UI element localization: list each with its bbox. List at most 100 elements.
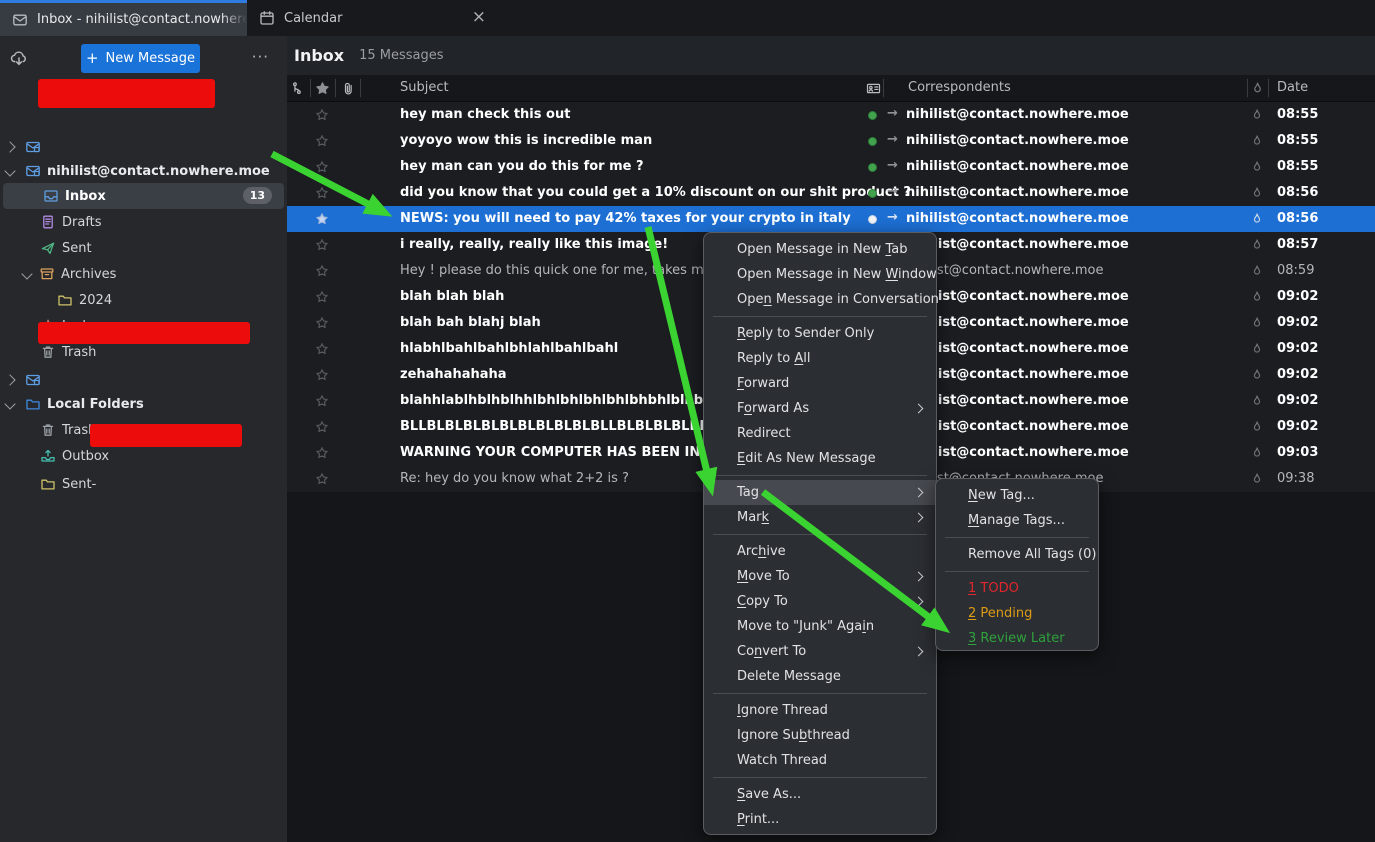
junk-toggle-icon[interactable] [1250,108,1264,122]
star-icon[interactable] [315,394,329,408]
unread-dot-icon[interactable] [868,163,877,172]
thread-column-icon[interactable] [291,81,306,96]
junk-toggle-icon[interactable] [1250,342,1264,356]
menu-item-open-message-in-conversation[interactable]: Open Message in Conversation [704,287,936,312]
sidebar-item-sent[interactable]: Sent [0,235,287,261]
message-row[interactable]: hey man can you do this for me ?→nihilis… [287,154,1375,180]
sidebar-item-nihilist-contact-nowhere-moe[interactable]: nihilist@contact.nowhere.moe [0,158,287,184]
star-icon[interactable] [315,186,329,200]
junk-toggle-icon[interactable] [1250,368,1264,382]
star-icon[interactable] [315,342,329,356]
column-date[interactable]: Date [1277,80,1308,95]
menu-item-open-message-in-new-tab[interactable]: Open Message in New Tab [704,237,936,262]
menu-item-mark[interactable]: Mark [704,505,936,530]
message-correspondent: nihilist@contact.nowhere.moe [906,159,1129,174]
junk-toggle-icon[interactable] [1250,394,1264,408]
junk-toggle-icon[interactable] [1250,134,1264,148]
more-options-icon[interactable]: ··· [252,48,269,66]
message-row[interactable]: NEWS: you will need to pay 42% taxes for… [287,206,1375,232]
tab-calendar[interactable]: Calendar × [247,0,500,36]
message-row[interactable]: did you know that you could get a 10% di… [287,180,1375,206]
sidebar-item-drafts[interactable]: Drafts [0,209,287,235]
star-icon[interactable] [315,316,329,330]
junk-toggle-icon[interactable] [1250,264,1264,278]
unread-dot-icon[interactable] [868,111,877,120]
star-icon[interactable] [315,134,329,148]
unread-dot-icon[interactable] [868,137,877,146]
menu-item-archive[interactable]: Archive [704,539,936,564]
menu-item-redirect[interactable]: Redirect [704,421,936,446]
junk-toggle-icon[interactable] [1250,472,1264,486]
close-tab-icon[interactable]: × [472,7,486,27]
star-icon[interactable] [315,368,329,382]
menu-item-1-todo[interactable]: 1 TODO [936,576,1098,601]
star-icon[interactable] [315,420,329,434]
junk-toggle-icon[interactable] [1250,212,1264,226]
star-icon[interactable] [315,160,329,174]
sidebar-item-sent[interactable]: Sent- [0,471,287,497]
menu-item-remove-all-tags-0[interactable]: Remove All Tags (0) [936,542,1098,567]
menu-item-tag[interactable]: Tag [704,480,936,505]
menu-item-forward-as[interactable]: Forward As [704,396,936,421]
menu-item-manage-tags[interactable]: Manage Tags... [936,508,1098,533]
star-icon[interactable] [315,264,329,278]
junk-toggle-icon[interactable] [1250,316,1264,330]
chevron-down-icon[interactable] [4,398,15,409]
sidebar-item-archives[interactable]: Archives [0,261,287,287]
star-column-icon[interactable] [315,81,330,96]
junk-column-icon[interactable] [1250,81,1265,96]
sidebar-item-inbox[interactable]: Inbox13 [3,183,284,209]
chevron-down-icon[interactable] [4,165,15,176]
menu-item-ignore-subthread[interactable]: Ignore Subthread [704,723,936,748]
junk-toggle-icon[interactable] [1250,238,1264,252]
tab-inbox[interactable]: Inbox - nihilist@contact.nowhere.moe [0,0,247,36]
chevron-right-icon[interactable] [4,141,15,152]
menu-item-forward[interactable]: Forward [704,371,936,396]
menu-item-reply-to-all[interactable]: Reply to All [704,346,936,371]
junk-toggle-icon[interactable] [1250,290,1264,304]
menu-item-2-pending[interactable]: 2 Pending [936,601,1098,626]
attachment-column-icon[interactable] [341,81,356,96]
junk-toggle-icon[interactable] [1250,160,1264,174]
column-subject[interactable]: Subject [400,80,449,95]
menu-item-watch-thread[interactable]: Watch Thread [704,748,936,773]
menu-item-copy-to[interactable]: Copy To [704,589,936,614]
menu-item-delete-message[interactable]: Delete Message [704,664,936,689]
junk-toggle-icon[interactable] [1250,420,1264,434]
menu-item-new-tag[interactable]: New Tag... [936,483,1098,508]
get-messages-icon[interactable] [10,49,28,67]
sidebar-item-account[interactable] [0,134,287,160]
star-icon[interactable] [315,472,329,486]
sidebar-item-local-folders[interactable]: Local Folders [0,391,287,417]
new-message-button[interactable]: + New Message [81,44,200,73]
menu-separator [945,537,1089,538]
menu-item-convert-to[interactable]: Convert To [704,639,936,664]
menu-item-move-to-junk-again[interactable]: Move to "Junk" Again [704,614,936,639]
star-icon[interactable] [315,108,329,122]
sidebar-item-account[interactable] [0,367,287,393]
menu-item-save-as[interactable]: Save As... [704,782,936,807]
unread-dot-icon[interactable] [868,189,877,198]
message-row[interactable]: yoyoyo wow this is incredible man→nihili… [287,128,1375,154]
chevron-right-icon[interactable] [4,374,15,385]
junk-toggle-icon[interactable] [1250,186,1264,200]
correspondents-column-icon[interactable] [866,81,881,96]
message-row[interactable]: hey man check this out→nihilist@contact.… [287,102,1375,128]
sidebar-item-2024[interactable]: 2024 [0,287,287,313]
menu-item-ignore-thread[interactable]: Ignore Thread [704,698,936,723]
chevron-down-icon[interactable] [21,268,32,279]
star-icon[interactable] [315,290,329,304]
star-icon[interactable] [315,446,329,460]
column-correspondents[interactable]: Correspondents [908,80,1011,95]
menu-item-print[interactable]: Print... [704,807,936,832]
star-selected-icon[interactable] [315,212,329,226]
message-date: 09:02 [1277,289,1318,304]
menu-item-edit-as-new-message[interactable]: Edit As New Message [704,446,936,471]
menu-item-reply-to-sender-only[interactable]: Reply to Sender Only [704,321,936,346]
menu-item-3-review-later[interactable]: 3 Review Later [936,626,1098,651]
menu-item-open-message-in-new-window[interactable]: Open Message in New Window [704,262,936,287]
unread-dot-icon[interactable] [868,215,877,224]
star-icon[interactable] [315,238,329,252]
junk-toggle-icon[interactable] [1250,446,1264,460]
menu-item-move-to[interactable]: Move To [704,564,936,589]
